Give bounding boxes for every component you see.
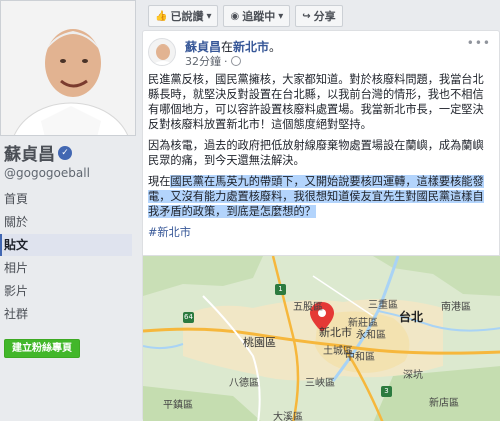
map-label-xindian: 新店區 — [429, 398, 459, 409]
share-button[interactable]: ↪ 分享 — [295, 5, 343, 27]
post-card: 蘇貞昌在新北市。 32分鐘 · ••• 民進黨反核，國民黨擁核，大家都知道。對於… — [142, 30, 500, 421]
chevron-down-icon: ▾ — [206, 10, 212, 22]
post-time-text[interactable]: 32分鐘 — [185, 53, 221, 69]
nav-item-about[interactable]: 關於 — [0, 211, 132, 233]
post-paragraph-2: 因為核電，過去的政府把低放射線廢棄物處置場設在蘭嶼，成為蘭嶼民眾的痛，到今天還無… — [148, 139, 484, 167]
nav-item-posts[interactable]: 貼文 — [0, 234, 132, 256]
nav-item-photos[interactable]: 相片 — [0, 257, 132, 279]
nav-item-community[interactable]: 社群 — [0, 303, 132, 325]
map-label-zhonghe: 中和區 — [345, 352, 375, 363]
map-label-shenkeng: 深坑 — [403, 370, 423, 381]
post-location-link[interactable]: 新北市 — [233, 40, 269, 54]
post-body: 民進黨反核，國民黨擁核，大家都知道。對於核廢料問題，我當台北縣長時，就堅決反對設… — [148, 72, 494, 246]
profile-name[interactable]: 蘇貞昌 ✓ — [4, 140, 72, 165]
location-map[interactable]: 三重區 台北 南港區 新莊區 新北市 永和區 桃園區 土城區 中和區 八德區 三… — [143, 255, 500, 421]
following-button[interactable]: ◉ 追蹤中 ▾ — [223, 5, 291, 27]
post-author-avatar[interactable] — [148, 38, 176, 66]
at-suffix: 。 — [269, 40, 282, 54]
map-label-taoyuan: 桃園區 — [243, 336, 276, 349]
post-paragraph-1: 民進黨反核，國民黨擁核，大家都知道。對於核廢料問題，我當台北縣長時，就堅決反對設… — [148, 73, 484, 131]
map-label-wugu: 五股區 — [293, 302, 323, 313]
post-timestamp[interactable]: 32分鐘 · — [185, 53, 241, 69]
map-label-bade: 八德區 — [229, 378, 259, 389]
map-label-daxi: 大溪區 — [273, 412, 303, 421]
post-options-icon[interactable]: ••• — [467, 36, 491, 50]
paragraph-3-prefix: 現在 — [148, 175, 171, 188]
liked-label: 已說讚 — [170, 10, 204, 23]
map-label-sanzhong: 三重區 — [368, 300, 398, 311]
road-badge: 64 — [183, 312, 194, 323]
map-label-nangang: 南港區 — [441, 302, 471, 313]
profile-picture[interactable] — [0, 0, 136, 136]
create-page-button[interactable]: 建立粉絲專頁 — [4, 339, 80, 358]
map-label-yonghe: 永和區 — [356, 330, 386, 341]
map-label-pingzhen: 平鎮區 — [163, 400, 193, 411]
rss-icon: ◉ — [230, 10, 240, 22]
post-paragraph-3: 現在國民黨在馬英九的帶頭下，又開始說要核四運轉，這樣要核能發電，又沒有能力處置核… — [148, 174, 494, 219]
profile-handle: @gogogoeball — [4, 166, 90, 180]
verified-badge-icon: ✓ — [58, 145, 72, 160]
map-label-taipei: 台北 — [399, 310, 424, 324]
map-label-banqiao: 新北市 — [319, 326, 352, 339]
selected-text: 國民黨在馬英九的帶頭下，又開始說要核四運轉，這樣要核能發電，又沒有能力處置核廢料… — [148, 175, 484, 218]
globe-icon — [230, 56, 241, 66]
chevron-down-icon: ▾ — [278, 10, 284, 22]
road-badge: 1 — [275, 284, 286, 295]
profile-nav: 首頁 關於 貼文 相片 影片 社群 — [0, 188, 132, 326]
page-action-bar: 👍 已說讚 ▾ ◉ 追蹤中 ▾ ↪ 分享 — [148, 5, 343, 27]
nav-item-home[interactable]: 首頁 — [0, 188, 132, 210]
following-label: 追蹤中 — [242, 10, 276, 23]
road-badge: 3 — [381, 386, 392, 397]
nav-item-videos[interactable]: 影片 — [0, 280, 132, 302]
at-word: 在 — [221, 40, 234, 54]
thumbs-up-icon: 👍 — [155, 10, 168, 22]
post-author-link[interactable]: 蘇貞昌 — [185, 40, 221, 54]
share-arrow-icon: ↪ — [302, 10, 311, 22]
dot-separator: · — [224, 54, 228, 68]
map-label-sanxia: 三峽區 — [305, 378, 335, 389]
liked-button[interactable]: 👍 已說讚 ▾ — [148, 5, 219, 27]
profile-name-text[interactable]: 蘇貞昌 — [4, 140, 55, 165]
share-label: 分享 — [313, 10, 336, 23]
hashtag-link[interactable]: #新北市 — [148, 226, 191, 239]
